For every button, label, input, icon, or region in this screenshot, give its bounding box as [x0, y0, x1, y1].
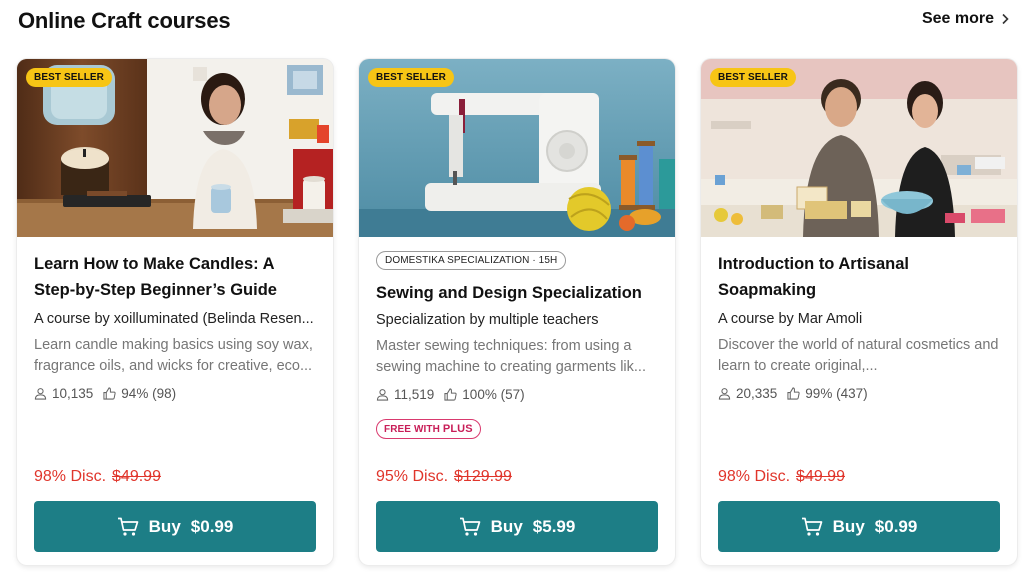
- price-info: 98% Disc. $49.99: [718, 468, 845, 486]
- thumbs-up-icon: [787, 387, 800, 400]
- students-count: 11,519: [394, 387, 435, 402]
- course-stats: 10,135 94% (98): [34, 386, 316, 401]
- free-with-plus-tag: FREE WITH PLUS: [376, 419, 481, 439]
- cart-icon: [801, 517, 823, 536]
- original-price: $49.99: [112, 468, 161, 485]
- user-icon: [376, 389, 389, 401]
- plus-logo: PLUS: [442, 423, 473, 435]
- buy-price: $0.99: [874, 516, 918, 536]
- user-icon: [718, 388, 731, 400]
- course-card[interactable]: BEST SELLER Learn How to Make Candles: A…: [17, 59, 333, 565]
- original-price: $49.99: [796, 468, 845, 485]
- rating-value: 94% (98): [121, 386, 177, 401]
- best-seller-badge: BEST SELLER: [26, 68, 112, 87]
- specialization-tag: DOMESTIKA SPECIALIZATION · 15H: [376, 251, 567, 270]
- course-title[interactable]: Introduction to Artisanal Soapmaking: [718, 251, 1000, 303]
- section-title: Online Craft courses: [18, 8, 231, 33]
- buy-button[interactable]: Buy $0.99: [34, 501, 316, 552]
- students-count: 10,135: [52, 386, 94, 401]
- cart-icon: [459, 517, 481, 536]
- buy-button[interactable]: Buy $5.99: [376, 501, 658, 552]
- course-description: Discover the world of natural cosmetics …: [718, 337, 999, 374]
- plus-prefix: FREE WITH: [384, 423, 440, 435]
- course-thumbnail[interactable]: BEST SELLER: [359, 59, 675, 237]
- see-more-label: See more: [921, 10, 994, 27]
- chevron-right-icon: [1002, 13, 1009, 25]
- course-description: Learn candle making basics using soy wax…: [34, 337, 313, 374]
- buy-label: Buy: [832, 516, 865, 536]
- course-author[interactable]: A course by xoilluminated (Belinda Resen…: [34, 311, 316, 327]
- discount-label: 98% Disc.: [718, 468, 791, 485]
- original-price: $129.99: [454, 468, 512, 485]
- course-description: Master sewing techniques: from using a s…: [376, 338, 646, 375]
- course-title[interactable]: Learn How to Make Candles: A Step-by-Ste…: [34, 251, 316, 303]
- thumbs-up-icon: [444, 388, 457, 401]
- user-icon: [34, 388, 47, 400]
- buy-button[interactable]: Buy $0.99: [718, 501, 1000, 552]
- buy-label: Buy: [490, 516, 523, 536]
- course-author[interactable]: Specialization by multiple teachers: [376, 312, 658, 328]
- cart-icon: [117, 517, 139, 536]
- rating-value: 99% (437): [805, 386, 868, 401]
- course-title[interactable]: Sewing and Design Specialization: [376, 280, 658, 306]
- buy-price: $0.99: [190, 516, 234, 536]
- course-card[interactable]: BEST SELLER DOMESTIKA SPECIALIZATION · 1…: [359, 59, 675, 565]
- discount-label: 98% Disc.: [34, 468, 107, 485]
- best-seller-badge: BEST SELLER: [710, 68, 796, 87]
- price-info: 98% Disc. $49.99: [34, 468, 161, 486]
- thumbs-up-icon: [103, 387, 116, 400]
- rating-value: 100% (57): [462, 387, 525, 402]
- buy-price: $5.99: [532, 516, 576, 536]
- course-thumbnail[interactable]: BEST SELLER: [17, 59, 333, 237]
- course-author[interactable]: A course by Mar Amoli: [718, 311, 1000, 327]
- discount-label: 95% Disc.: [376, 468, 449, 485]
- see-more-link[interactable]: See more: [922, 10, 1010, 28]
- students-count: 20,335: [736, 386, 778, 401]
- best-seller-badge: BEST SELLER: [368, 68, 454, 87]
- price-info: 95% Disc. $129.99: [376, 468, 512, 486]
- course-card[interactable]: BEST SELLER Introduction to Artisanal So…: [701, 59, 1017, 565]
- course-stats: 11,519 100% (57): [376, 387, 658, 402]
- course-thumbnail[interactable]: BEST SELLER: [701, 59, 1017, 237]
- course-stats: 20,335 99% (437): [718, 386, 1000, 401]
- buy-label: Buy: [148, 516, 181, 536]
